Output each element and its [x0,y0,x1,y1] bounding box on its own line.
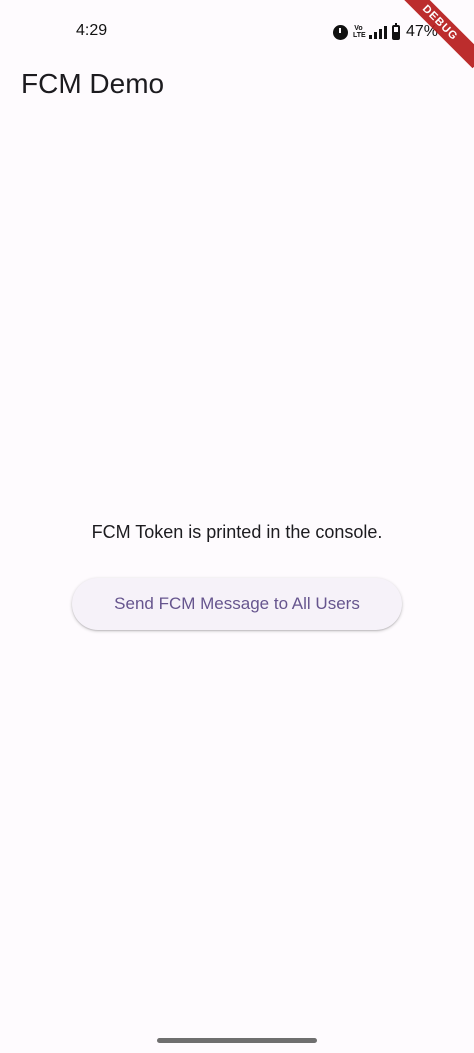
fcm-token-info-text: FCM Token is printed in the console. [91,522,383,542]
battery-level [394,32,398,38]
send-fcm-message-button[interactable]: Send FCM Message to All Users [72,578,402,630]
app-bar-title: FCM Demo [21,68,165,99]
status-icons: Vo LTE 47% [333,22,438,42]
status-time: 4:29 [76,22,108,39]
alarm-icon [333,24,348,40]
status-bar: 4:29 Vo LTE 47% [0,0,474,64]
battery-icon [392,22,400,40]
signal-icon [369,25,387,39]
gesture-navigation-bar[interactable] [157,1038,317,1043]
volte-icon: Vo LTE [353,25,366,39]
app-screen: 4:29 Vo LTE 47% DEBUG FCM Demo FCM Token… [0,0,474,1053]
